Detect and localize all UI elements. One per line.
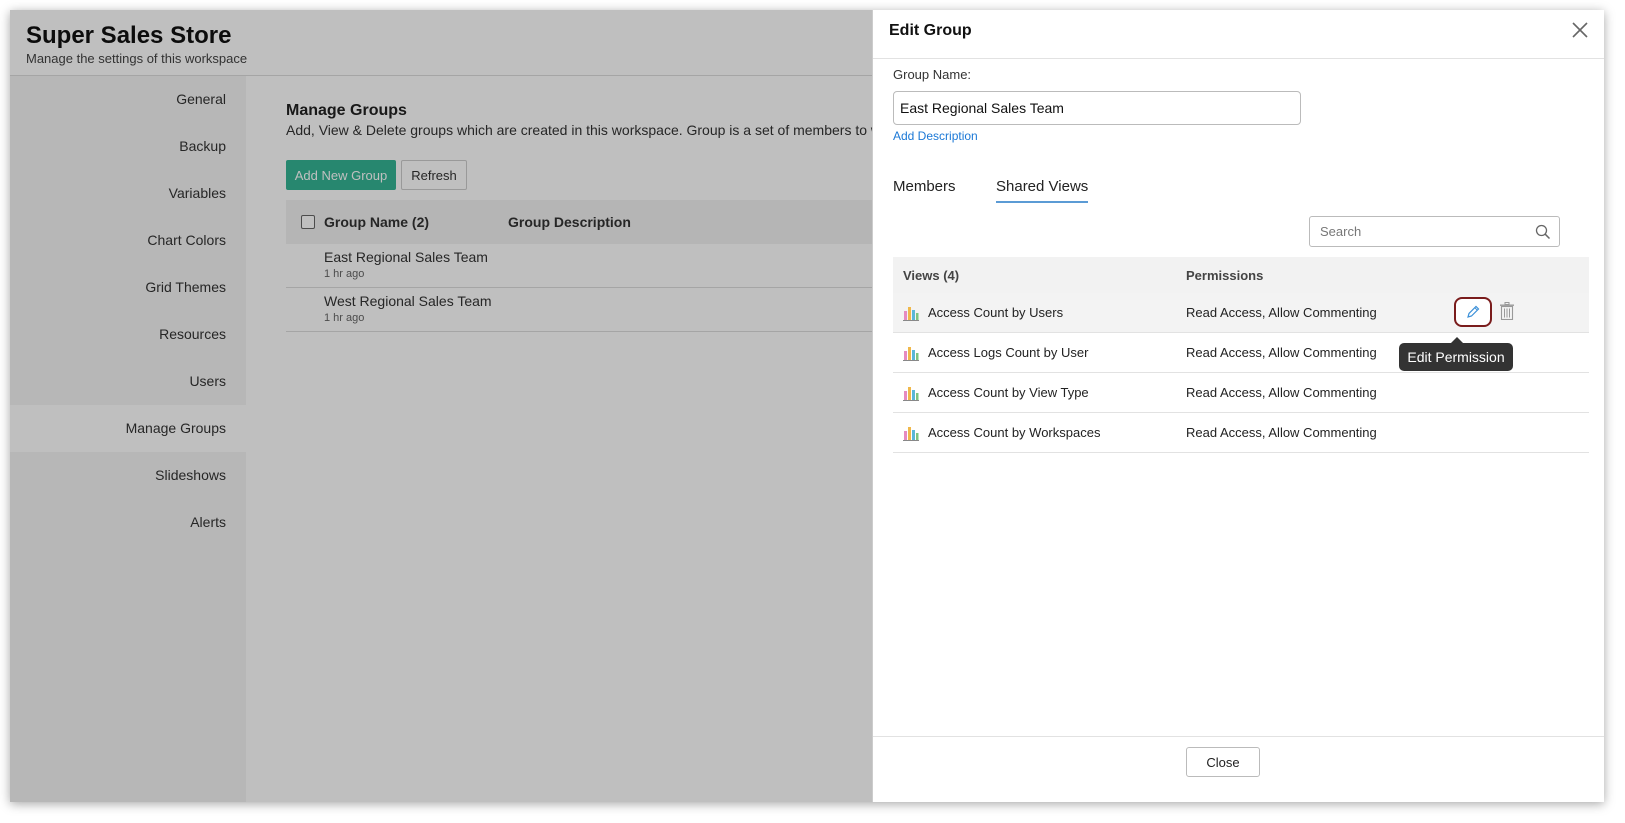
view-permission: Read Access, Allow Commenting	[1186, 345, 1377, 360]
column-views: Views (4)	[903, 268, 960, 283]
table-row[interactable]: Access Count by View Type Read Access, A…	[893, 373, 1589, 413]
chart-icon	[903, 307, 919, 321]
view-name[interactable]: Access Logs Count by User	[928, 345, 1088, 360]
view-name[interactable]: Access Count by Users	[928, 305, 1063, 320]
view-permission: Read Access, Allow Commenting	[1186, 425, 1377, 440]
chart-icon	[903, 387, 919, 401]
edit-permission-button[interactable]	[1454, 297, 1492, 327]
view-permission: Read Access, Allow Commenting	[1186, 305, 1377, 320]
search-icon[interactable]	[1535, 224, 1551, 240]
app-window: Super Sales Store Manage the settings of…	[10, 10, 1604, 802]
view-name[interactable]: Access Count by Workspaces	[928, 425, 1100, 440]
panel-title: Edit Group	[889, 22, 972, 39]
view-name[interactable]: Access Count by View Type	[928, 385, 1089, 400]
group-name-input[interactable]	[893, 91, 1301, 125]
views-table-header: Views (4) Permissions	[893, 257, 1589, 293]
group-name-label: Group Name:	[893, 67, 972, 82]
pencil-icon	[1467, 305, 1480, 318]
add-description-link[interactable]: Add Description	[893, 129, 978, 143]
panel-footer: Close	[873, 736, 1604, 802]
chart-icon	[903, 427, 919, 441]
table-row[interactable]: Access Count by Workspaces Read Access, …	[893, 413, 1589, 453]
trash-icon[interactable]	[1499, 302, 1515, 320]
column-permissions: Permissions	[1186, 268, 1264, 283]
edit-group-panel: Edit Group Group Name: Add Description M…	[872, 10, 1604, 802]
tab-members[interactable]: Members	[893, 178, 956, 195]
close-icon[interactable]	[1570, 20, 1590, 40]
view-permission: Read Access, Allow Commenting	[1186, 385, 1377, 400]
tab-shared-views[interactable]: Shared Views	[996, 178, 1089, 203]
edit-permission-tooltip: Edit Permission	[1399, 337, 1513, 371]
panel-divider	[873, 58, 1604, 59]
chart-icon	[903, 347, 919, 361]
table-row[interactable]: Access Count by Users Read Access, Allow…	[893, 293, 1589, 333]
search-input[interactable]	[1309, 216, 1560, 247]
close-button[interactable]: Close	[1186, 747, 1260, 777]
